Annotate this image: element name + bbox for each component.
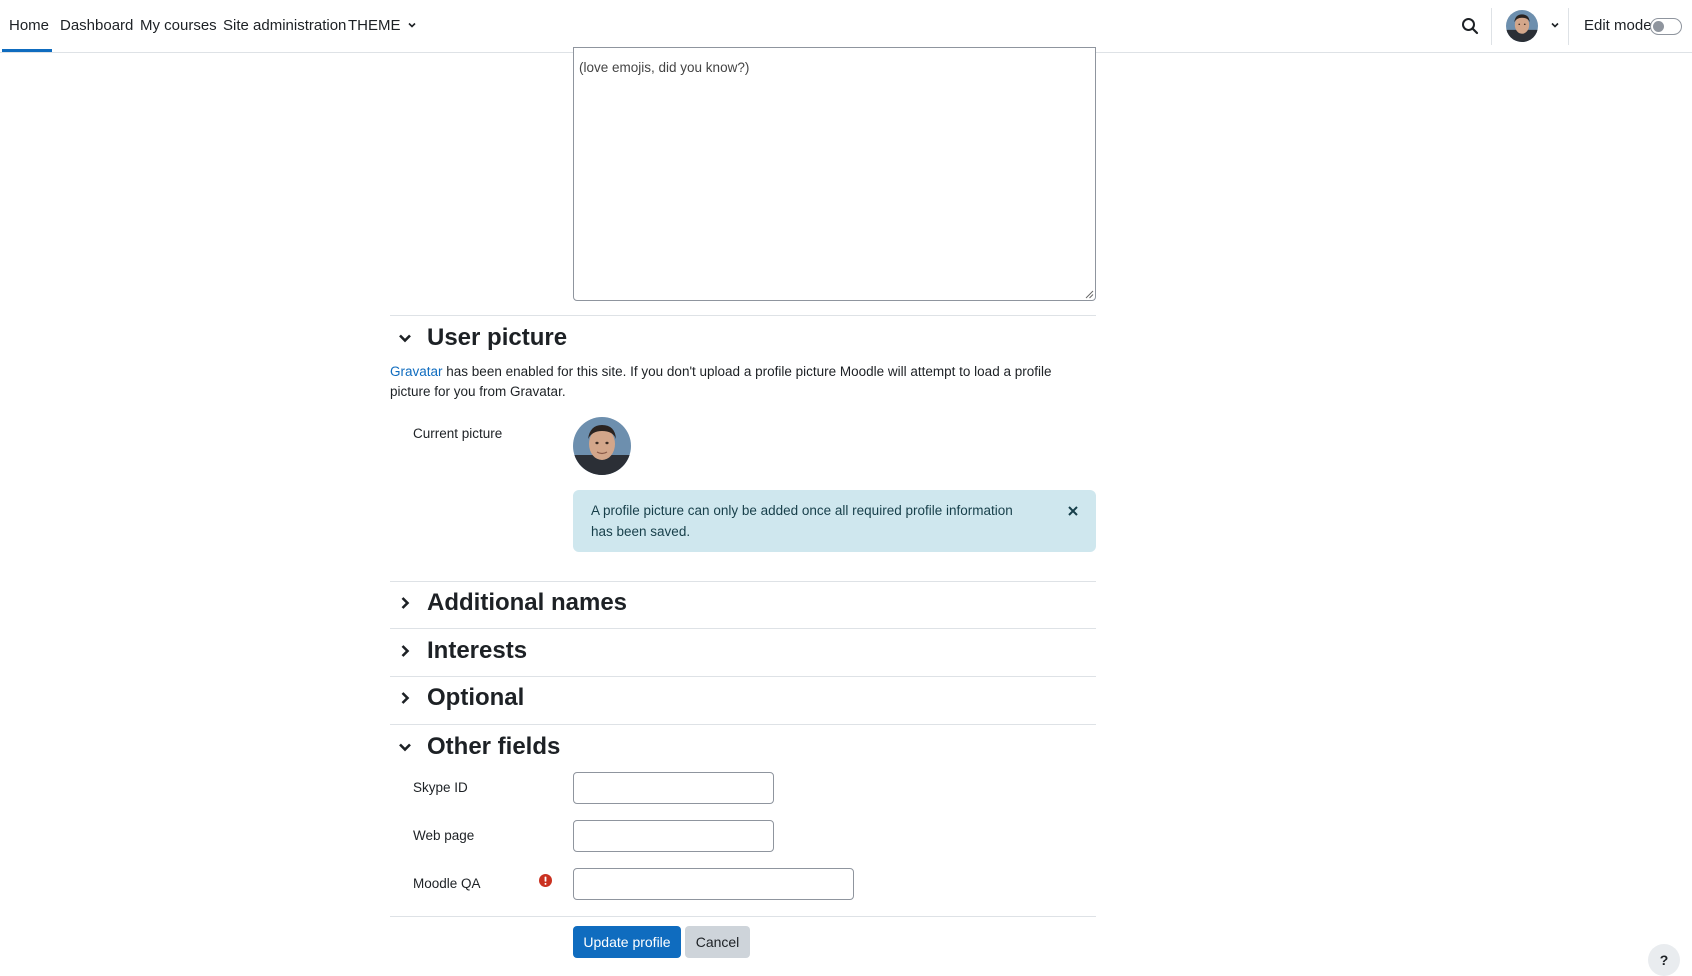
section-divider: [390, 315, 1096, 316]
cancel-button[interactable]: Cancel: [685, 926, 750, 958]
toggle-knob: [1653, 21, 1664, 32]
help-button[interactable]: ?: [1648, 944, 1680, 976]
update-profile-button[interactable]: Update profile: [573, 926, 681, 958]
resize-handle-icon[interactable]: [1085, 290, 1094, 299]
nav-divider: [1568, 8, 1569, 45]
required-icon: [539, 874, 552, 887]
chevron-down-icon: [408, 22, 416, 28]
section-divider: [390, 628, 1096, 629]
moodle-qa-label: Moodle QA: [413, 876, 481, 891]
chevron-right-icon: [401, 597, 410, 609]
section-interests-title: Interests: [427, 637, 528, 664]
gravatar-text: has been enabled for this site. If you d…: [390, 364, 1052, 399]
info-alert: A profile picture can only be added once…: [573, 490, 1096, 552]
section-divider: [390, 581, 1096, 582]
description-text: (love emojis, did you know?): [579, 60, 750, 75]
nav-divider: [1491, 8, 1492, 45]
section-optional-title: Optional: [427, 684, 525, 711]
close-icon[interactable]: [1066, 504, 1080, 518]
form-footer-divider: [390, 916, 1096, 917]
top-navbar: Home Dashboard My courses Site administr…: [0, 0, 1692, 53]
chevron-down-icon: [1551, 22, 1560, 28]
gravatar-link[interactable]: Gravatar: [390, 364, 443, 379]
section-user-picture-title: User picture: [427, 324, 568, 351]
moodle-qa-input[interactable]: [573, 868, 854, 900]
nav-theme-menu[interactable]: THEME: [348, 0, 417, 52]
nav-active-indicator: [2, 49, 52, 52]
nav-site-administration[interactable]: Site administration: [223, 0, 346, 52]
web-page-input[interactable]: [573, 820, 774, 852]
user-menu[interactable]: [1506, 10, 1560, 42]
section-other-fields-title: Other fields: [427, 733, 561, 760]
current-picture: [573, 417, 631, 475]
alert-message: A profile picture can only be added once…: [591, 503, 1013, 539]
nav-dashboard[interactable]: Dashboard: [60, 0, 133, 52]
chevron-down-icon: [399, 743, 411, 752]
nav-home[interactable]: Home: [9, 0, 49, 52]
nav-my-courses[interactable]: My courses: [140, 0, 217, 52]
section-divider: [390, 724, 1096, 725]
chevron-right-icon: [401, 645, 410, 657]
skype-id-label: Skype ID: [413, 780, 468, 795]
edit-mode-label: Edit mode: [1584, 17, 1652, 34]
chevron-right-icon: [401, 692, 410, 704]
web-page-label: Web page: [413, 828, 475, 843]
avatar: [1506, 10, 1538, 42]
current-picture-label: Current picture: [413, 426, 503, 441]
nav-theme-label: THEME: [348, 17, 401, 34]
chevron-down-icon: [399, 334, 411, 343]
skype-id-input[interactable]: [573, 772, 774, 804]
section-additional-names-title: Additional names: [427, 589, 628, 616]
gravatar-notice: Gravatar has been enabled for this site.…: [390, 362, 1080, 402]
section-divider: [390, 676, 1096, 677]
edit-mode-toggle[interactable]: [1650, 18, 1682, 35]
search-icon[interactable]: [1460, 16, 1480, 36]
description-editor[interactable]: (love emojis, did you know?): [573, 47, 1096, 301]
